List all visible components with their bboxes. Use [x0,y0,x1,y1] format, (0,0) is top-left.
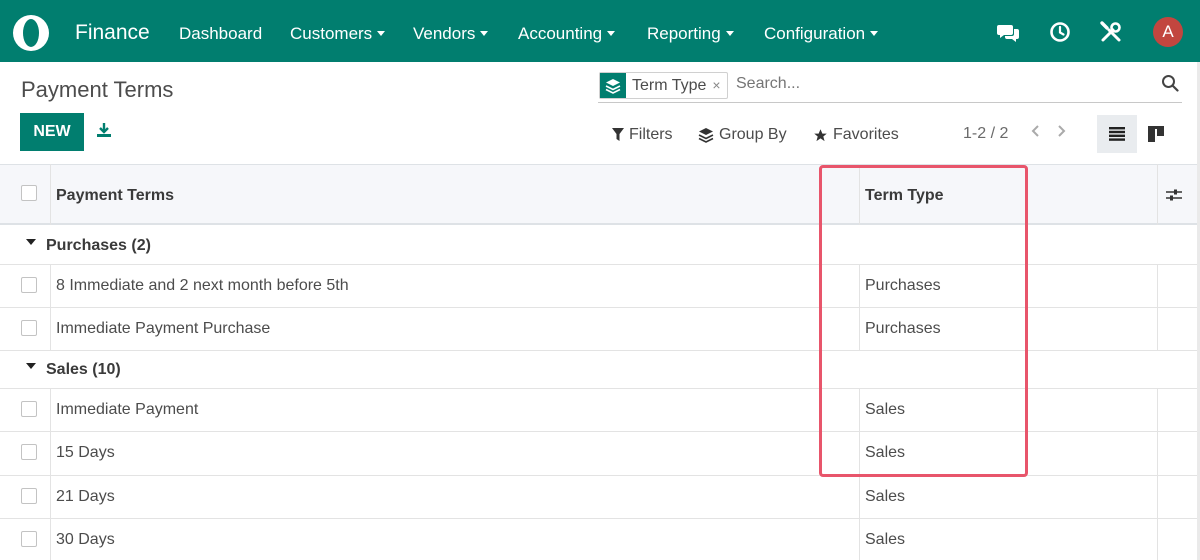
top-navbar: Finance Dashboard Customers Vendors Acco… [0,0,1200,62]
pager-value[interactable]: 1-2 / 2 [963,125,1008,143]
search-input[interactable] [736,75,1136,93]
caret-down-icon [377,31,386,36]
group-label: Purchases (2) [46,237,151,254]
column-divider [50,164,51,225]
layers-icon [600,73,626,98]
tools-icon[interactable] [1099,20,1123,44]
column-divider [859,265,860,350]
column-divider [1157,164,1158,225]
optional-columns-icon[interactable] [1164,185,1184,205]
table-row[interactable]: 15 Days Sales [0,432,1200,476]
chevron-right-icon[interactable] [1054,124,1068,138]
table-row[interactable]: Immediate Payment Purchase Purchases [0,308,1200,351]
favorites-button[interactable]: Favorites [813,126,899,144]
caret-down-icon [26,239,36,245]
filters-button[interactable]: Filters [612,126,673,144]
menu-accounting-label: Accounting [518,24,603,43]
page-title: Payment Terms [21,77,174,102]
menu-dashboard-label: Dashboard [179,24,263,43]
new-button[interactable]: NEW [20,113,84,151]
column-divider [50,265,51,350]
select-all-checkbox[interactable] [21,185,37,201]
table-header: Payment Terms Term Type [0,164,1200,225]
column-header-payment-terms[interactable]: Payment Terms [56,187,174,205]
menu-reporting[interactable]: Reporting [647,24,734,44]
row-checkbox[interactable] [21,444,37,460]
table-row[interactable]: Immediate Payment Sales [0,389,1200,432]
chevron-left-icon[interactable] [1029,124,1043,138]
caret-down-icon [870,31,879,36]
group-label: Sales (10) [46,361,121,378]
kanban-view-icon[interactable] [1146,124,1166,144]
search-bar[interactable]: Term Type × [598,71,1182,103]
table-row[interactable]: 8 Immediate and 2 next month before 5th … [0,265,1200,308]
chat-icon[interactable] [996,20,1020,44]
menu-vendors[interactable]: Vendors [413,24,489,44]
group-row-sales[interactable]: Sales (10) [0,351,1200,389]
row-checkbox[interactable] [21,320,37,336]
caret-down-icon [26,363,36,369]
menu-customers-label: Customers [290,24,373,43]
row-term-type: Purchases [865,277,941,294]
favorites-label: Favorites [833,126,899,143]
column-divider [859,164,860,225]
clock-icon[interactable] [1048,20,1072,44]
row-payment-term: 15 Days [56,444,115,461]
row-payment-term: 30 Days [56,531,115,548]
column-divider [50,389,51,560]
group-by-label: Group By [719,126,787,143]
menu-dashboard[interactable]: Dashboard [179,24,262,44]
caret-down-icon [607,31,616,36]
row-term-type: Sales [865,488,906,505]
row-checkbox[interactable] [21,531,37,547]
menu-configuration[interactable]: Configuration [764,24,879,44]
row-term-type: Sales [865,531,906,548]
menu-customers[interactable]: Customers [290,24,386,44]
row-payment-term: 21 Days [56,488,115,505]
menu-reporting-label: Reporting [647,24,721,43]
group-row-purchases[interactable]: Purchases (2) [0,227,1200,265]
row-term-type: Purchases [865,320,941,337]
table-row[interactable]: 30 Days Sales [0,519,1200,560]
table-row[interactable]: 21 Days Sales [0,476,1200,519]
row-term-type: Sales [865,444,906,461]
app-logo-icon[interactable] [13,15,49,51]
user-avatar[interactable]: A [1153,17,1183,47]
app-name[interactable]: Finance [75,21,150,45]
row-checkbox[interactable] [21,488,37,504]
row-payment-term: Immediate Payment Purchase [56,320,271,337]
list-view-button[interactable] [1097,115,1137,153]
facet-remove-icon[interactable]: × [712,73,726,98]
facet-label: Term Type [632,77,707,94]
list-view-icon [1109,127,1125,141]
row-term-type: Sales [865,401,906,418]
menu-vendors-label: Vendors [413,24,476,43]
column-header-term-type[interactable]: Term Type [865,187,944,205]
row-payment-term: Immediate Payment [56,401,199,418]
filters-label: Filters [629,126,673,143]
column-divider [1157,265,1158,350]
group-by-button[interactable]: Group By [698,126,787,144]
menu-configuration-label: Configuration [764,24,866,43]
row-checkbox[interactable] [21,401,37,417]
row-payment-term: 8 Immediate and 2 next month before 5th [56,277,349,294]
column-divider [859,389,860,560]
row-checkbox[interactable] [21,277,37,293]
caret-down-icon [480,31,489,36]
star-icon [814,128,827,141]
filter-icon [612,128,624,141]
download-icon[interactable] [96,122,112,138]
search-facet[interactable]: Term Type × [599,72,728,99]
layers-icon [698,128,714,143]
caret-down-icon [725,31,734,36]
search-icon[interactable] [1161,74,1179,92]
menu-accounting[interactable]: Accounting [518,24,616,44]
column-divider [1157,389,1158,560]
